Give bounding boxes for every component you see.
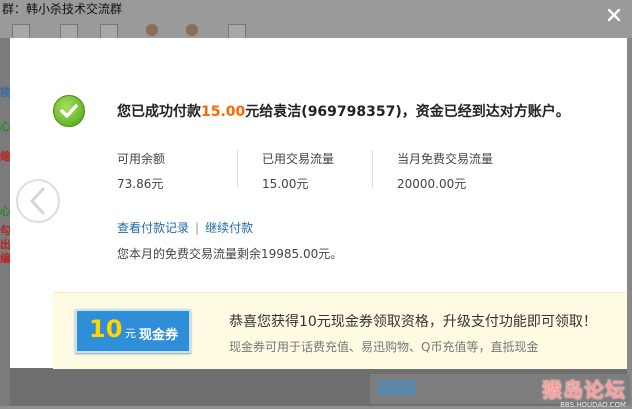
coupon-amount: 10 bbox=[89, 315, 123, 343]
background-footer bbox=[10, 368, 630, 406]
success-check-icon bbox=[53, 95, 85, 127]
stat-used-traffic: 已用交易流量 15.00元 bbox=[262, 150, 335, 191]
stat-label: 已用交易流量 bbox=[262, 152, 335, 166]
coupon-badge[interactable]: 10 元 现金券 bbox=[75, 309, 191, 353]
background-header: 群：韩小杀技术交流群 bbox=[0, 0, 632, 40]
close-icon bbox=[607, 8, 621, 22]
background-coupon-thumbnail bbox=[378, 380, 416, 396]
remaining-traffic-text: 您本月的免费交易流量剩余19985.00元。 bbox=[117, 247, 343, 261]
chevron-left-icon bbox=[30, 187, 45, 215]
coupon-word: 现金券 bbox=[139, 328, 179, 343]
background-avatar-icon bbox=[146, 24, 158, 36]
stat-value: 73.86元 bbox=[117, 177, 164, 191]
watermark: 猴岛论坛 BBS.HOUDAO.COM bbox=[542, 374, 626, 409]
promo-title: 恭喜您获得10元现金券领取资格，升级支付功能即可领取！ bbox=[229, 314, 597, 330]
stat-value: 15.00元 bbox=[262, 177, 309, 191]
action-links: 查看付款记录 | 继续付款 bbox=[117, 219, 253, 236]
background-right-strip bbox=[627, 38, 632, 406]
payment-success-dialog: 您已成功付款15.00元给袁洁(969798357)，资金已经到达对方账户。 可… bbox=[10, 38, 627, 369]
payment-amount: 15.00 bbox=[201, 104, 246, 120]
stat-divider bbox=[372, 150, 373, 188]
coupon-unit: 元 bbox=[125, 327, 136, 340]
link-separator: | bbox=[195, 221, 200, 235]
headline-suffix: 元给袁洁(969798357)，资金已经到达对方账户。 bbox=[245, 104, 570, 120]
account-stats: 可用余额 73.86元 已用交易流量 15.00元 当月免费交易流量 20000… bbox=[117, 150, 557, 191]
headline-prefix: 您已成功付款 bbox=[117, 104, 201, 120]
watermark-title: 猴岛论坛 bbox=[542, 378, 626, 402]
previous-arrow-button[interactable] bbox=[16, 179, 60, 223]
background-group-text: 群：韩小杀技术交流群 bbox=[2, 2, 123, 16]
stat-label: 当月免费交易流量 bbox=[397, 152, 494, 166]
stat-label: 可用余额 bbox=[117, 152, 166, 166]
stat-available-balance: 可用余额 73.86元 bbox=[117, 150, 166, 191]
payment-success-headline: 您已成功付款15.00元给袁洁(969798357)，资金已经到达对方账户。 bbox=[117, 101, 570, 121]
background-left-strip: 楼 心 缩 心 勾 出 编 bbox=[0, 38, 11, 406]
stat-value: 20000.00元 bbox=[397, 177, 467, 191]
background-avatar-icon bbox=[186, 24, 198, 36]
continue-payment-link[interactable]: 继续付款 bbox=[205, 221, 253, 235]
stat-free-traffic: 当月免费交易流量 20000.00元 bbox=[397, 150, 494, 191]
promo-subtitle: 现金券可用于话费充值、易迅购物、Q币充值等，直抵现金 bbox=[229, 340, 539, 354]
view-payment-records-link[interactable]: 查看付款记录 bbox=[117, 221, 189, 235]
coupon-promo-banner: 10 元 现金券 恭喜您获得10元现金券领取资格，升级支付功能即可领取！ 现金券… bbox=[53, 292, 627, 369]
close-button[interactable] bbox=[604, 7, 624, 27]
stat-divider bbox=[237, 150, 238, 188]
